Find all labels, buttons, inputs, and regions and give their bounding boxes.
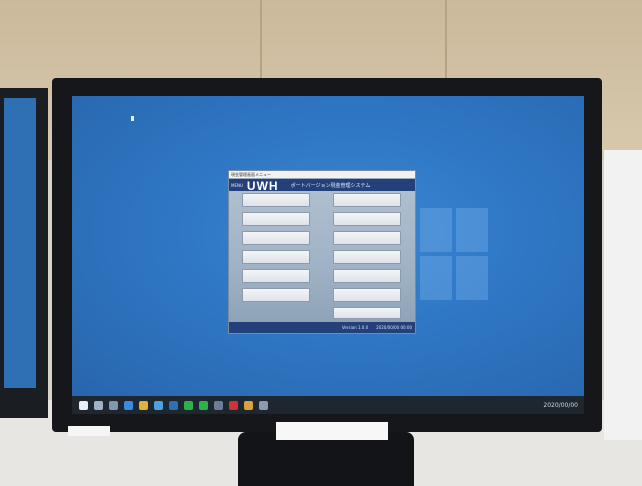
menu-button-right-4[interactable]: [333, 250, 401, 264]
monitor-label: [68, 426, 110, 436]
app-icon[interactable]: [214, 400, 223, 410]
menu-button-right-1[interactable]: [333, 193, 401, 207]
app-icon-orange[interactable]: [244, 400, 253, 410]
app-icon-green[interactable]: [184, 400, 193, 410]
search-icon[interactable]: [94, 400, 103, 410]
start-icon[interactable]: [79, 400, 88, 410]
menu-button-right-6[interactable]: [333, 288, 401, 302]
menu-button-left-6[interactable]: [242, 288, 310, 302]
menu-panel: [229, 191, 415, 322]
menu-button-left-1[interactable]: [242, 193, 310, 207]
taskbar: 2020/00/00: [72, 396, 584, 414]
app-icon-gray[interactable]: [259, 400, 268, 410]
store-icon[interactable]: [154, 400, 163, 410]
mail-icon[interactable]: [169, 400, 178, 410]
menu-button-left-2[interactable]: [242, 212, 310, 226]
version-text: Version 1.0.0: [341, 325, 369, 330]
app-window: 現金管理画面メニュー MENU UWH ポートバージョン現金管理システム Ver…: [228, 170, 416, 334]
right-panel: [604, 150, 642, 440]
menu-button-right-7[interactable]: [333, 307, 401, 319]
monitor-stand: [238, 432, 414, 486]
menu-button-right-2[interactable]: [333, 212, 401, 226]
menu-tag: MENU: [231, 183, 243, 188]
taskbar-clock: 2020/00/00: [543, 401, 578, 409]
menu-button-right-5[interactable]: [333, 269, 401, 283]
left-monitor-screen: [4, 98, 36, 388]
app-icon-green-2[interactable]: [199, 400, 208, 410]
windows-logo-icon: [420, 208, 490, 300]
system-name: ポートバージョン現金管理システム: [290, 183, 371, 189]
menu-button-right-3[interactable]: [333, 231, 401, 245]
app-icon-red[interactable]: [229, 400, 238, 410]
menu-button-left-3[interactable]: [242, 231, 310, 245]
left-monitor: [0, 88, 48, 418]
mouse-cursor-icon: [131, 116, 134, 121]
app-footer: Version 1.0.0 2020/00/00 00:00: [229, 322, 415, 333]
edge-icon[interactable]: [124, 400, 133, 410]
menu-button-left-5[interactable]: [242, 269, 310, 283]
menu-button-left-4[interactable]: [242, 250, 310, 264]
task-view-icon[interactable]: [109, 400, 118, 410]
paper-note: [276, 422, 388, 440]
footer-date: 2020/00/00 00:00: [376, 325, 412, 330]
explorer-icon[interactable]: [139, 400, 148, 410]
